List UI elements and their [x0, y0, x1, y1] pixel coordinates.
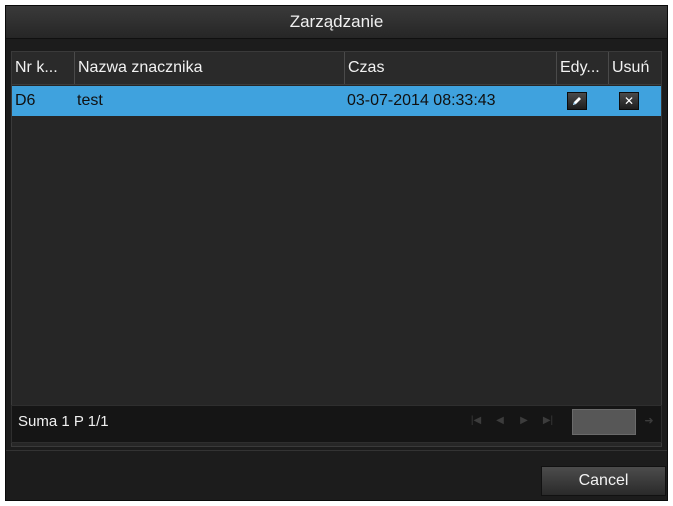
prev-page-button[interactable]: ◀: [490, 412, 510, 430]
column-header-tag-name[interactable]: Nazwa znacznika: [74, 52, 344, 84]
column-header-delete[interactable]: Usuń: [608, 52, 661, 84]
delete-button[interactable]: ✕: [619, 92, 639, 110]
cell-tag-name: test: [77, 92, 103, 109]
next-page-button[interactable]: ▶: [514, 412, 534, 430]
cancel-button[interactable]: Cancel: [541, 466, 666, 496]
pagination-summary: Suma 1 P 1/1: [18, 413, 109, 430]
cell-number: D6: [15, 92, 36, 109]
management-dialog: Zarządzanie Nr k... Nazwa znacznika Czas…: [5, 5, 668, 501]
next-page-icon: ▶: [520, 415, 528, 426]
edit-button[interactable]: [567, 92, 587, 110]
column-header-edit[interactable]: Edy...: [556, 52, 608, 84]
table-header: Nr k... Nazwa znacznika Czas Edy... Usuń: [12, 52, 661, 85]
column-header-number[interactable]: Nr k...: [12, 52, 74, 84]
column-header-time[interactable]: Czas: [344, 52, 556, 84]
cell-time: 03-07-2014 08:33:43: [347, 92, 496, 109]
first-page-button[interactable]: |◀: [466, 412, 486, 430]
footer-divider: [6, 450, 667, 451]
prev-page-icon: ◀: [496, 415, 504, 426]
last-page-icon: ▶|: [542, 415, 554, 426]
dialog-title: Zarządzanie: [6, 6, 667, 39]
table-row[interactable]: D6 test 03-07-2014 08:33:43 ✕: [12, 86, 661, 116]
close-icon: ✕: [623, 94, 635, 108]
last-page-button[interactable]: ▶|: [538, 412, 558, 430]
go-arrow-icon: ➜: [644, 415, 654, 427]
first-page-icon: |◀: [470, 415, 482, 426]
pagination-bar: Suma 1 P 1/1 |◀ ◀ ▶ ▶| ➜: [11, 405, 662, 443]
go-button[interactable]: ➜: [640, 412, 658, 430]
page-number-input[interactable]: [572, 409, 636, 435]
pencil-icon: [568, 95, 586, 107]
tag-table: Nr k... Nazwa znacznika Czas Edy... Usuń…: [11, 51, 662, 447]
